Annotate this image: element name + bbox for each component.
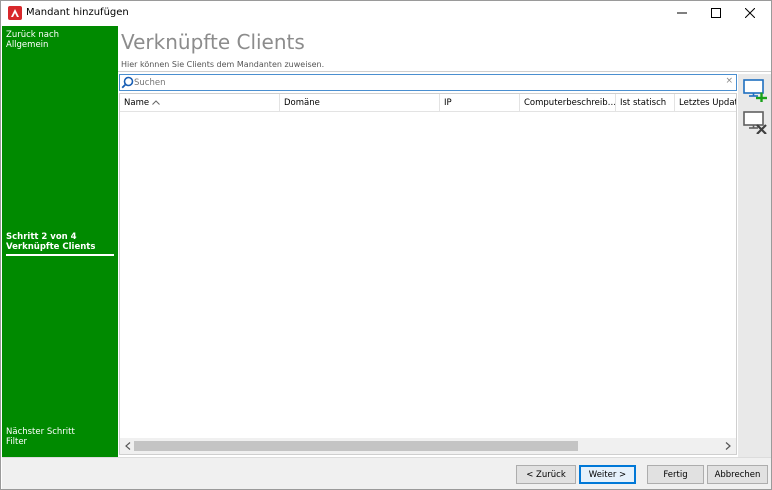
grid-tool-strip: [738, 74, 771, 457]
wizard-sidebar: Zurück nach Allgemein Schritt 2 von 4 Ve…: [2, 26, 118, 457]
column-header-name[interactable]: Name: [120, 94, 280, 112]
dialog-footer: < Zurück Weiter > Fertig Abbrechen: [2, 457, 771, 489]
search-input[interactable]: [134, 76, 724, 89]
current-step-name: Verknüpfte Clients: [6, 242, 96, 252]
next-step-line2: Filter: [6, 437, 28, 447]
close-icon: [745, 8, 755, 18]
column-header-last-update[interactable]: Letztes Update: [675, 94, 736, 112]
title-bar[interactable]: Mandant hinzufügen: [1, 1, 771, 25]
dialog-window: Mandant hinzufügen Zurück nach Allgemein…: [0, 0, 772, 490]
back-step-line1: Zurück nach: [6, 30, 60, 40]
maximize-button[interactable]: [699, 1, 733, 25]
clients-grid[interactable]: Name Domäne IP Computerbeschreib… Ist st…: [119, 93, 737, 455]
app-logo-icon: [8, 6, 22, 20]
window-title: Mandant hinzufügen: [26, 7, 129, 18]
column-header-ip[interactable]: IP: [440, 94, 520, 112]
column-header-is-static[interactable]: Ist statisch: [616, 94, 675, 112]
header-divider: [118, 71, 771, 72]
horizontal-scrollbar[interactable]: [120, 438, 736, 454]
monitor-remove-icon: [743, 111, 767, 134]
search-clear-icon[interactable]: ×: [725, 76, 733, 86]
current-step: Schritt 2 von 4 Verknüpfte Clients: [6, 232, 95, 252]
finish-button[interactable]: Fertig: [647, 465, 704, 484]
search-box[interactable]: ×: [119, 74, 737, 91]
cancel-button[interactable]: Abbrechen: [707, 465, 768, 484]
next-button[interactable]: Weiter >: [579, 465, 636, 484]
back-step-line2: Allgemein: [6, 40, 49, 50]
column-header-computer-description[interactable]: Computerbeschreib…: [520, 94, 616, 112]
minimize-button[interactable]: [665, 1, 699, 25]
chevron-left-icon: [125, 442, 131, 450]
search-icon: [121, 76, 134, 89]
back-button[interactable]: < Zurück: [516, 465, 576, 484]
scroll-left-button[interactable]: [122, 440, 134, 452]
back-step-link[interactable]: Zurück nach Allgemein: [6, 30, 59, 50]
close-button[interactable]: [733, 1, 767, 25]
current-step-counter: Schritt 2 von 4: [6, 232, 77, 242]
monitor-add-icon: [743, 79, 767, 102]
sort-ascending-icon: [152, 100, 160, 105]
column-header-label: Name: [124, 98, 150, 108]
next-step-link[interactable]: Nächster Schritt Filter: [6, 427, 75, 447]
grid-header: Name Domäne IP Computerbeschreib… Ist st…: [120, 94, 736, 112]
minimize-icon: [677, 12, 687, 14]
remove-client-button[interactable]: [742, 109, 768, 135]
chevron-right-icon: [725, 442, 731, 450]
page-title: Verknüpfte Clients: [121, 30, 305, 54]
scroll-right-button[interactable]: [722, 440, 734, 452]
next-step-line1: Nächster Schritt: [6, 427, 75, 437]
add-client-button[interactable]: [742, 77, 768, 103]
column-header-domain[interactable]: Domäne: [280, 94, 440, 112]
scroll-thumb[interactable]: [134, 441, 578, 451]
maximize-icon: [711, 8, 721, 18]
current-step-underline: [6, 254, 114, 256]
page-subtitle: Hier können Sie Clients dem Mandanten zu…: [121, 60, 325, 69]
